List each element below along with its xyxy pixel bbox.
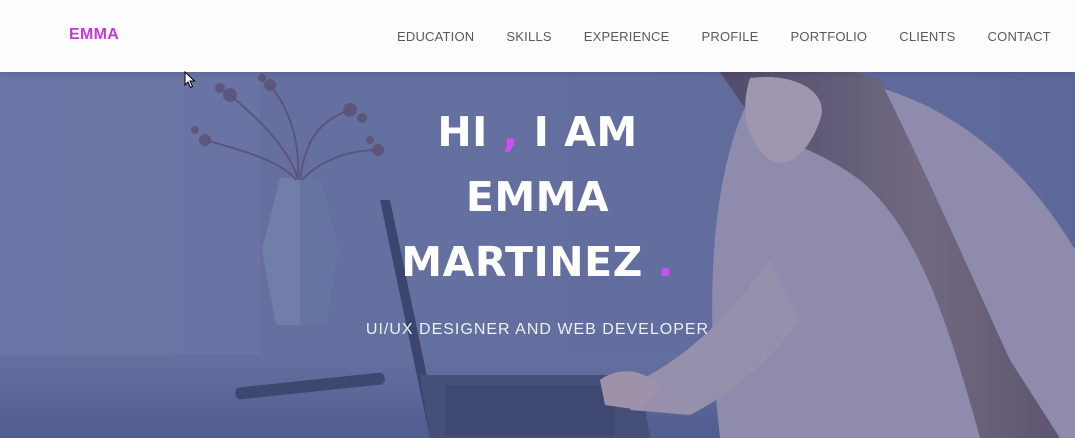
hero-last-name: MARTINEZ: [401, 238, 643, 286]
navbar: EMMA EDUCATION SKILLS EXPERIENCE PROFILE…: [0, 0, 1075, 72]
mouse-pointer-icon: [184, 71, 196, 89]
nav-item-profile[interactable]: PROFILE: [686, 29, 775, 44]
nav-item-contact[interactable]: CONTACT: [972, 29, 1067, 44]
hero-accent-comma: ,: [502, 108, 519, 156]
hero-line-greeting: HI , I AM: [0, 100, 1075, 165]
page: EMMA EDUCATION SKILLS EXPERIENCE PROFILE…: [0, 0, 1075, 438]
hero-line-last-name: MARTINEZ .: [0, 230, 1075, 295]
hero-greeting-hi: HI: [437, 108, 488, 156]
nav-item-education[interactable]: EDUCATION: [381, 29, 490, 44]
nav-item-experience[interactable]: EXPERIENCE: [568, 29, 686, 44]
brand-logo-link[interactable]: EMMA: [69, 26, 119, 44]
nav-item-skills[interactable]: SKILLS: [490, 29, 567, 44]
hero-heading: HI , I AM EMMA MARTINEZ .: [0, 100, 1075, 295]
nav-item-clients[interactable]: CLIENTS: [883, 29, 971, 44]
nav-menu: EDUCATION SKILLS EXPERIENCE PROFILE PORT…: [381, 0, 1067, 72]
hero-greeting-i-am: I AM: [533, 108, 638, 156]
hero-subtitle: UI/UX DESIGNER AND WEB DEVELOPER: [365, 321, 710, 338]
hero-accent-dot: .: [657, 238, 674, 286]
nav-item-portfolio[interactable]: PORTFOLIO: [775, 29, 884, 44]
hero-first-name: EMMA: [465, 173, 610, 221]
